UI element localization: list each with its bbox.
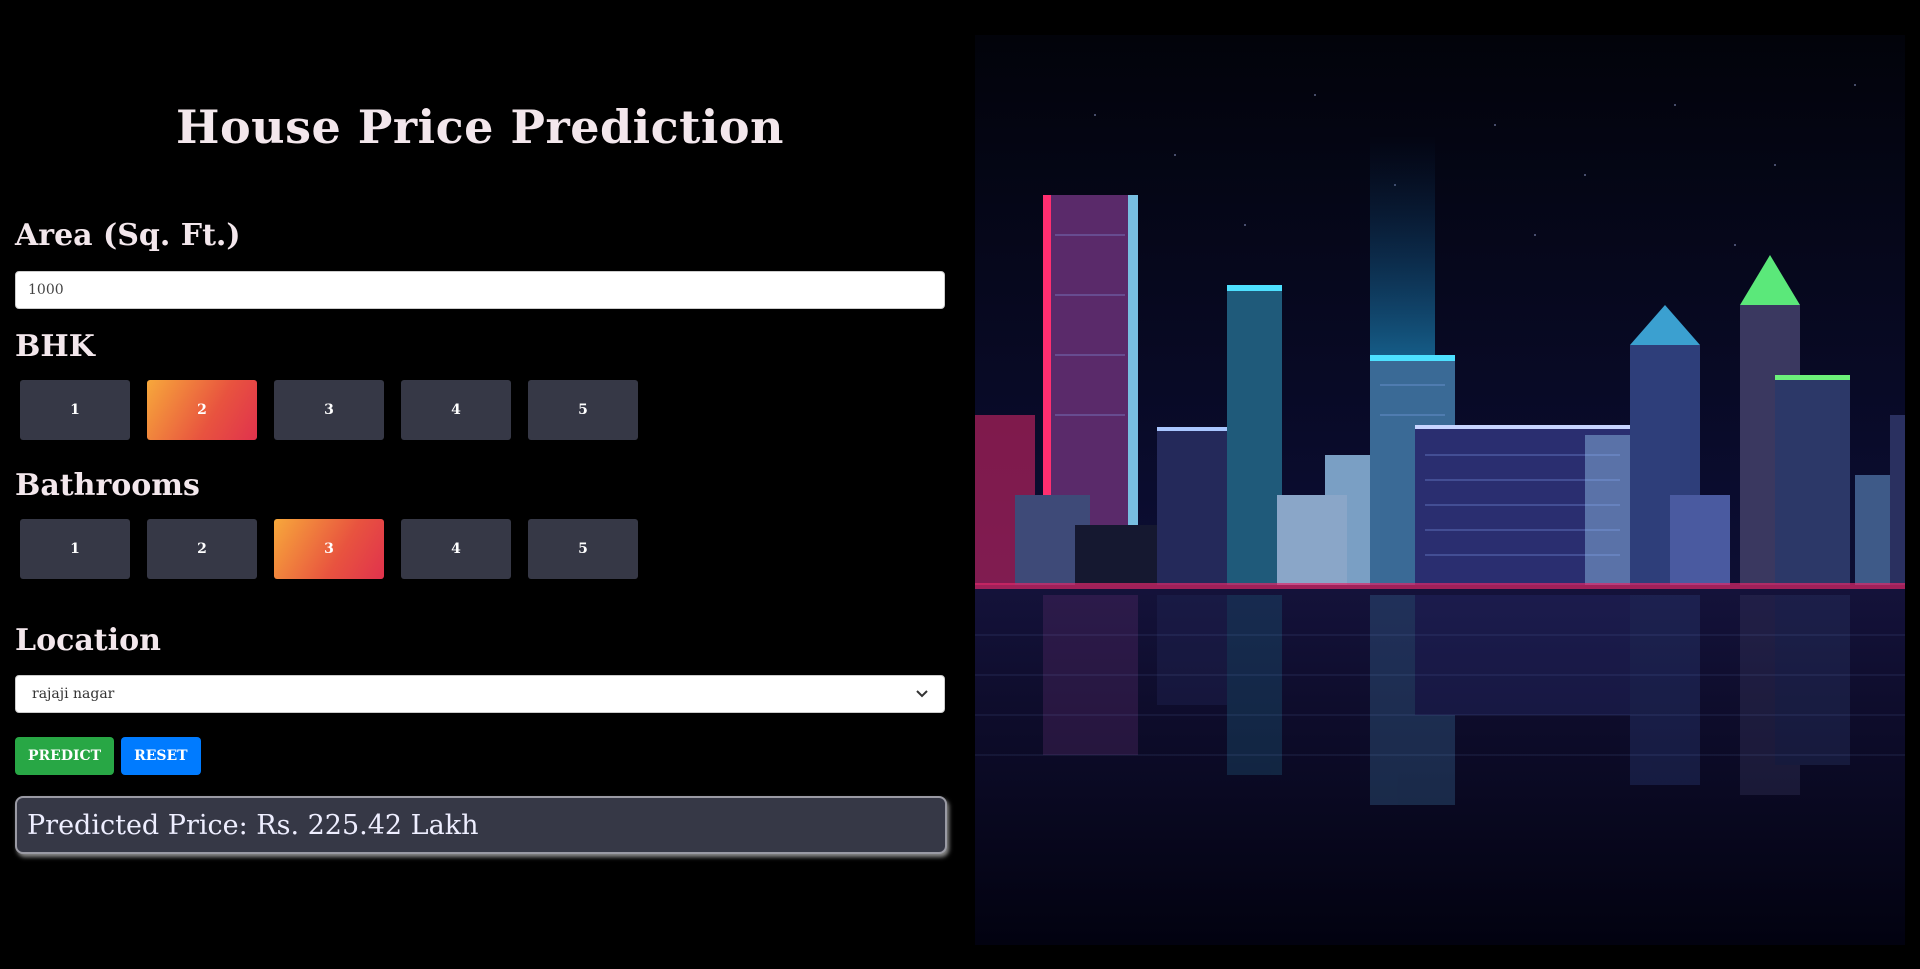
bhk-option-4[interactable]: 4	[401, 380, 511, 440]
location-select[interactable]: rajaji nagar	[15, 675, 945, 713]
bhk-label: BHK	[15, 329, 95, 364]
bathroom-option-1[interactable]: 1	[20, 519, 130, 579]
bhk-option-5[interactable]: 5	[528, 380, 638, 440]
area-input[interactable]	[15, 271, 945, 309]
action-buttons: PREDICT RESET	[15, 737, 201, 775]
bhk-option-3[interactable]: 3	[274, 380, 384, 440]
bathrooms-label: Bathrooms	[15, 468, 200, 503]
predict-button[interactable]: PREDICT	[15, 737, 115, 775]
city-skyline-illustration	[975, 35, 1905, 945]
chevron-down-icon	[916, 687, 928, 701]
bathroom-option-4[interactable]: 4	[401, 519, 511, 579]
bhk-options: 1 2 3 4 5	[20, 380, 638, 440]
location-selected-value: rajaji nagar	[32, 686, 115, 702]
bathroom-option-5[interactable]: 5	[528, 519, 638, 579]
location-label: Location	[15, 623, 161, 658]
bhk-option-2[interactable]: 2	[147, 380, 257, 440]
predicted-price-output: Predicted Price: Rs. 225.42 Lakh	[15, 796, 947, 854]
bhk-option-1[interactable]: 1	[20, 380, 130, 440]
bathroom-option-2[interactable]: 2	[147, 519, 257, 579]
page: House Price Prediction Area (Sq. Ft.) BH…	[0, 0, 1920, 969]
page-title: House Price Prediction	[176, 100, 784, 154]
bathroom-option-3[interactable]: 3	[274, 519, 384, 579]
area-label: Area (Sq. Ft.)	[15, 218, 241, 253]
reset-button[interactable]: RESET	[121, 737, 201, 775]
bathroom-options: 1 2 3 4 5	[20, 519, 638, 579]
